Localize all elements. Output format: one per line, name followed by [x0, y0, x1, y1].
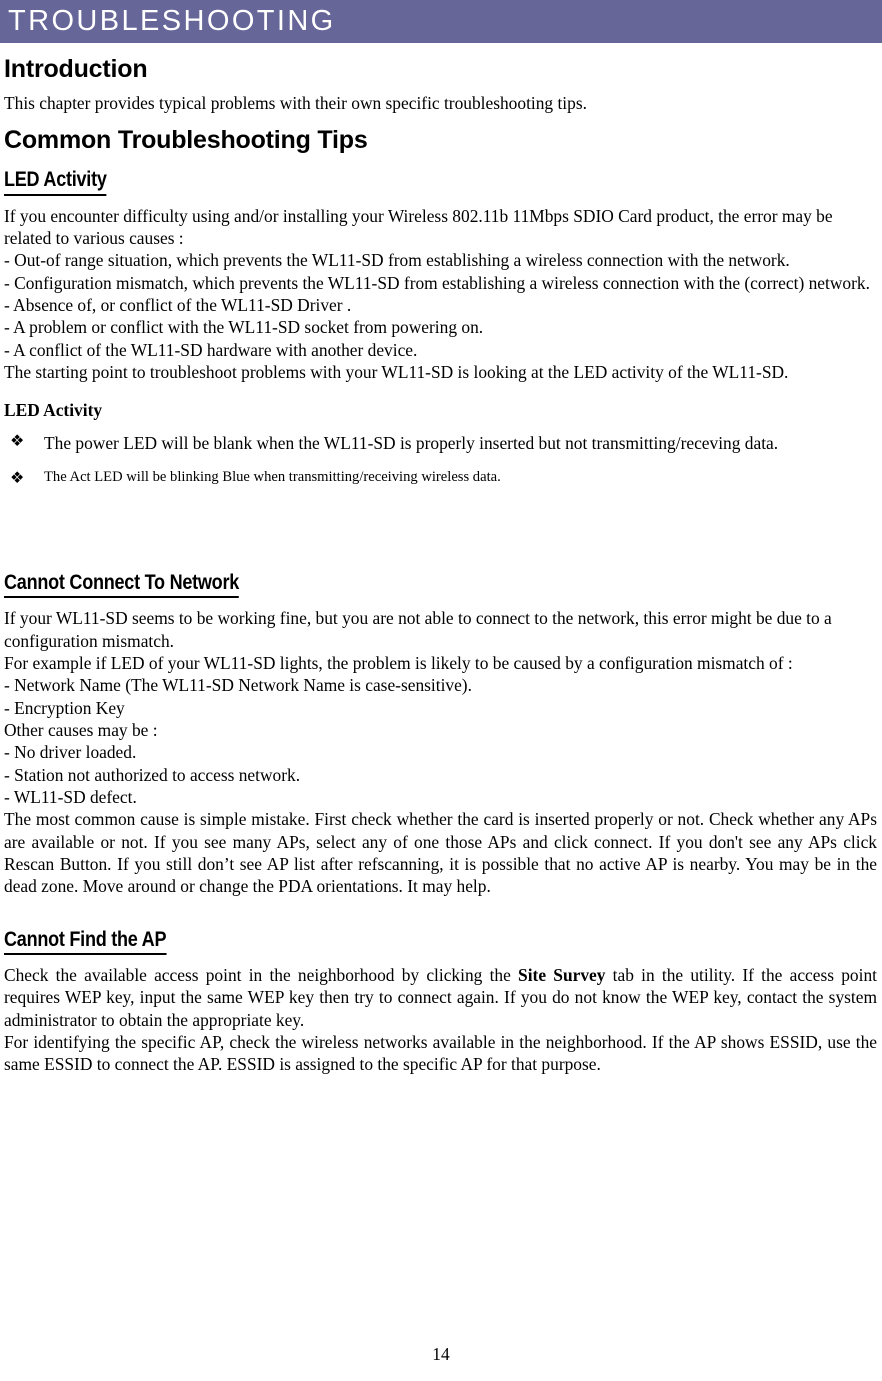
diamond-bullet-icon: ❖	[10, 468, 25, 488]
paragraph-cannot-find-ap-2: For identifying the specific AP, check t…	[4, 1032, 877, 1075]
subheading-wrap-cannot-connect: Cannot Connect To Network	[4, 557, 877, 599]
list-item: ❖ The Act LED will be blinking Blue when…	[4, 468, 877, 487]
paragraph-cannot-find-ap-1: Check the available access point in the …	[4, 964, 877, 1031]
led-activity-bullet-list: ❖ The power LED will be blank when the W…	[4, 430, 877, 487]
other-cause-item-1: - No driver loaded.	[4, 742, 137, 763]
heading-introduction: Introduction	[4, 55, 148, 83]
page-number: 14	[432, 1343, 450, 1364]
subheading-led-activity: LED Activity	[4, 168, 107, 196]
paragraph-cannot-connect-closing: The most common cause is simple mistake.…	[4, 809, 877, 897]
paragraph-introduction: This chapter provides typical problems w…	[4, 93, 587, 113]
heading-common-troubleshooting-tips: Common Troubleshooting Tips	[4, 126, 368, 155]
subheading-cannot-connect-to-network: Cannot Connect To Network	[4, 571, 239, 599]
page-content: Introduction This chapter provides typic…	[0, 55, 882, 1076]
other-causes-label: Other causes may be :	[4, 719, 158, 740]
cause-item-1: - Out-of range situation, which prevents…	[4, 250, 790, 271]
list-item-text: The power LED will be blank when the WL1…	[44, 432, 779, 453]
list-item-text: The Act LED will be blinking Blue when t…	[44, 469, 501, 486]
cause-item-5: - A conflict of the WL11-SD hardware wit…	[4, 339, 418, 360]
paragraph-cannot-connect-2: For example if LED of your WL11-SD light…	[4, 652, 793, 673]
mismatch-cause-item-1: - Network Name (The WL11-SD Network Name…	[4, 675, 472, 696]
site-survey-emphasis: Site Survey	[518, 964, 606, 985]
list-item: ❖ The power LED will be blank when the W…	[4, 430, 877, 454]
cause-item-4: - A problem or conflict with the WL11-SD…	[4, 317, 484, 338]
minor-heading-led-activity: LED Activity	[4, 400, 103, 421]
paragraph-cannot-connect-1: If your WL11-SD seems to be working fine…	[4, 608, 832, 651]
other-cause-item-3: - WL11-SD defect.	[4, 787, 137, 808]
paragraph-led-activity-intro: If you encounter difficulty using and/or…	[4, 205, 833, 248]
subheading-wrap-cannot-find-ap: Cannot Find the AP	[4, 914, 877, 955]
paragraph-led-activity-closing: The starting point to troubleshoot probl…	[4, 362, 789, 383]
cause-item-3: - Absence of, or conflict of the WL11-SD…	[4, 294, 352, 315]
subheading-wrap-led-activity: LED Activity	[4, 154, 877, 196]
chapter-banner: TROUBLESHOOTING	[0, 0, 882, 43]
other-cause-item-2: - Station not authorized to access netwo…	[4, 764, 301, 785]
mismatch-cause-item-2: - Encryption Key	[4, 697, 125, 718]
diamond-bullet-icon: ❖	[10, 430, 25, 450]
paragraph-cannot-find-ap-1-text-before: Check the available access point in the …	[4, 964, 519, 985]
document-page: TROUBLESHOOTING Introduction This chapte…	[0, 0, 882, 1381]
cause-item-2: - Configuration mismatch, which prevents…	[4, 272, 870, 293]
subheading-cannot-find-the-ap: Cannot Find the AP	[4, 928, 166, 955]
chapter-title: TROUBLESHOOTING	[8, 5, 336, 37]
